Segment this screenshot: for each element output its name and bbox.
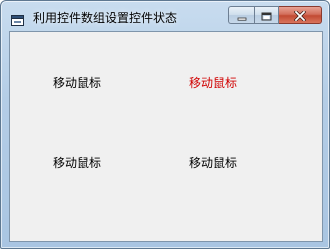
maximize-icon — [261, 6, 272, 25]
label-move-mouse-1[interactable]: 移动鼠标 — [53, 74, 101, 91]
label-move-mouse-4[interactable]: 移动鼠标 — [189, 154, 237, 171]
window-title: 利用控件数组设置控件状态 — [33, 11, 178, 25]
form-window-icon[interactable] — [11, 11, 24, 26]
close-button[interactable] — [279, 6, 322, 24]
label-move-mouse-3[interactable]: 移动鼠标 — [53, 154, 101, 171]
form-client-area: 移动鼠标 移动鼠标 移动鼠标 移动鼠标 — [9, 31, 323, 242]
caption-buttons — [228, 6, 322, 25]
label-move-mouse-2[interactable]: 移动鼠标 — [189, 74, 237, 91]
minimize-button[interactable] — [228, 6, 254, 24]
minimize-icon — [237, 6, 247, 25]
maximize-button[interactable] — [254, 6, 279, 24]
title-bar[interactable]: 利用控件数组设置控件状态 — [1, 1, 329, 31]
close-icon — [293, 6, 307, 25]
app-window: 利用控件数组设置控件状态 移动鼠标 移动鼠标 移动鼠标 移动鼠标 — [0, 0, 330, 249]
